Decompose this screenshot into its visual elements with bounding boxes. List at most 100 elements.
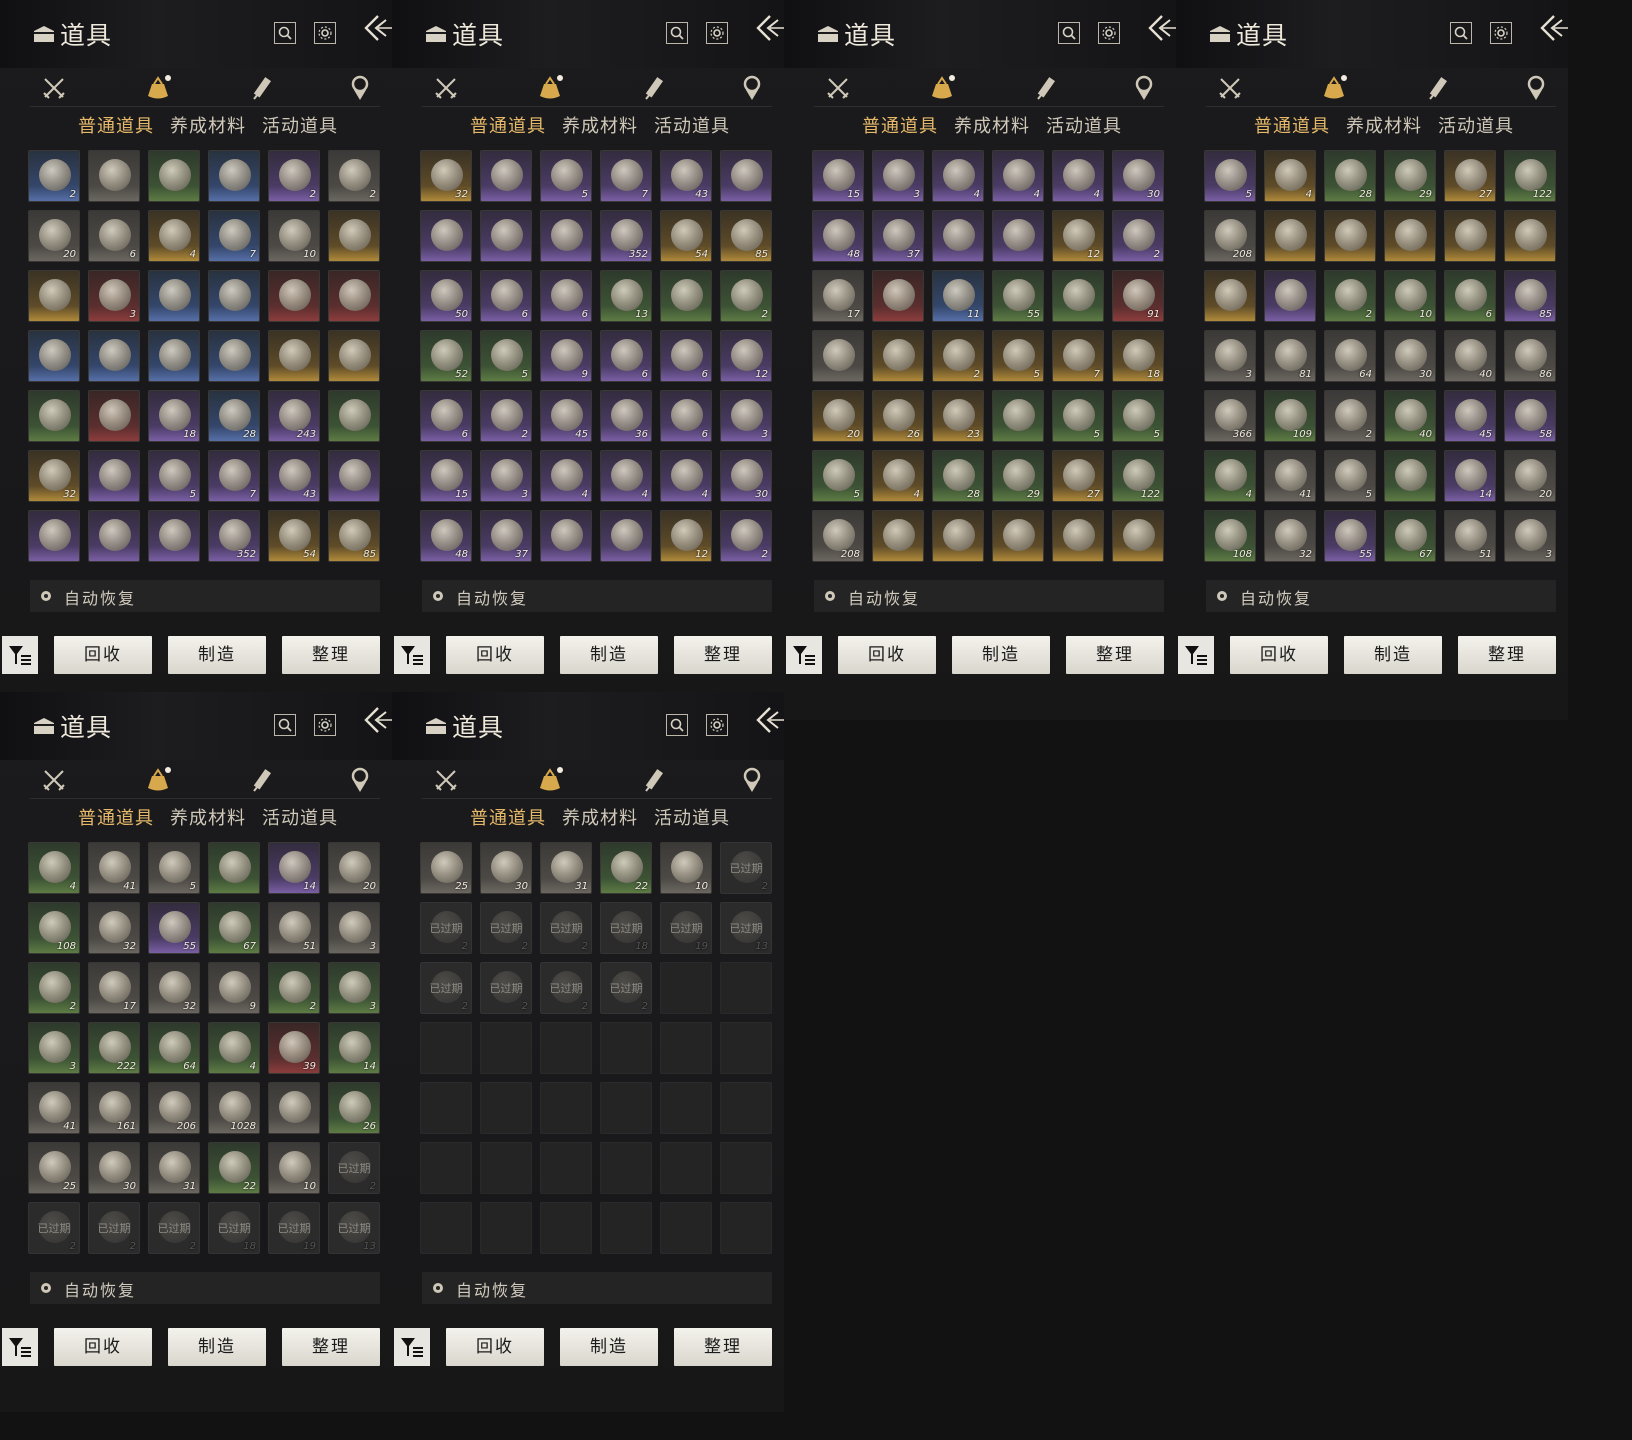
tab-items[interactable] [536, 766, 564, 794]
settings-button[interactable] [706, 714, 728, 736]
filter-button[interactable] [2, 1328, 38, 1366]
item-slot[interactable] [268, 1082, 320, 1134]
item-slot[interactable] [872, 330, 924, 382]
back-arrow-icon[interactable] [1538, 12, 1568, 44]
subtab-materials[interactable]: 养成材料 [170, 804, 246, 830]
craft-button[interactable]: 制造 [952, 636, 1050, 674]
item-slot[interactable] [1324, 210, 1376, 262]
item-slot[interactable] [208, 150, 260, 202]
item-slot[interactable]: 4 [932, 150, 984, 202]
item-slot[interactable]: 2 [328, 150, 380, 202]
item-slot[interactable]: 5 [1324, 450, 1376, 502]
settings-button[interactable] [314, 22, 336, 44]
settings-button[interactable] [314, 714, 336, 736]
item-slot[interactable]: 12 [720, 330, 772, 382]
tab-badges[interactable] [346, 74, 374, 102]
back-arrow-icon[interactable] [754, 12, 784, 44]
item-slot[interactable]: 5 [148, 842, 200, 894]
subtab-event-items[interactable]: 活动道具 [1438, 112, 1514, 138]
item-slot[interactable]: 54 [268, 510, 320, 562]
item-slot[interactable] [1384, 210, 1436, 262]
item-slot[interactable]: 25 [420, 842, 472, 894]
subtab-common-items[interactable]: 普通道具 [78, 112, 154, 138]
item-slot[interactable]: 1028 [208, 1082, 260, 1134]
item-slot[interactable]: 43 [660, 150, 712, 202]
item-slot[interactable]: 2 [28, 150, 80, 202]
tab-scrolls[interactable] [248, 766, 276, 794]
item-slot[interactable]: 20 [812, 390, 864, 442]
tab-badges[interactable] [738, 766, 766, 794]
tab-items[interactable] [144, 766, 172, 794]
item-slot[interactable]: 48 [812, 210, 864, 262]
search-button[interactable] [1058, 22, 1080, 44]
item-slot[interactable]: 27 [1444, 150, 1496, 202]
item-slot[interactable] [932, 210, 984, 262]
item-slot[interactable]: 366 [1204, 390, 1256, 442]
item-slot[interactable]: 4 [28, 842, 80, 894]
sort-button[interactable]: 整理 [282, 636, 380, 674]
item-slot[interactable]: 2 [932, 330, 984, 382]
item-slot[interactable]: 5 [540, 150, 592, 202]
item-slot[interactable]: 已过期 2 [420, 962, 472, 1014]
item-slot[interactable]: 64 [148, 1022, 200, 1074]
item-slot[interactable]: 64 [1324, 330, 1376, 382]
item-slot[interactable]: 3 [872, 150, 924, 202]
item-slot[interactable]: 52 [420, 330, 472, 382]
auto-restore-bar[interactable]: 自动恢复 [814, 580, 1164, 612]
item-slot[interactable] [328, 390, 380, 442]
tab-scrolls[interactable] [248, 74, 276, 102]
sort-button[interactable]: 整理 [674, 1328, 772, 1366]
item-slot[interactable]: 50 [420, 270, 472, 322]
item-slot[interactable]: 109 [1264, 390, 1316, 442]
item-slot[interactable] [88, 330, 140, 382]
recycle-button[interactable]: 回收 [838, 636, 936, 674]
item-slot[interactable]: 18 [148, 390, 200, 442]
item-slot[interactable]: 7 [208, 450, 260, 502]
item-slot[interactable]: 已过期 13 [720, 902, 772, 954]
item-slot[interactable]: 26 [328, 1082, 380, 1134]
item-slot[interactable]: 32 [1264, 510, 1316, 562]
item-slot[interactable]: 36 [600, 390, 652, 442]
search-button[interactable] [1450, 22, 1472, 44]
item-slot[interactable]: 28 [208, 390, 260, 442]
tab-badges[interactable] [346, 766, 374, 794]
item-slot[interactable] [480, 210, 532, 262]
item-slot[interactable]: 6 [88, 210, 140, 262]
item-slot[interactable]: 40 [1444, 330, 1496, 382]
item-slot[interactable]: 54 [660, 210, 712, 262]
tab-equipment[interactable] [824, 74, 852, 102]
recycle-button[interactable]: 回收 [446, 636, 544, 674]
item-slot[interactable] [1384, 450, 1436, 502]
item-slot[interactable]: 已过期 2 [480, 962, 532, 1014]
item-slot[interactable]: 51 [1444, 510, 1496, 562]
item-slot[interactable]: 45 [540, 390, 592, 442]
item-slot[interactable] [328, 450, 380, 502]
filter-button[interactable] [394, 636, 430, 674]
item-slot[interactable] [268, 270, 320, 322]
item-slot[interactable]: 2 [720, 270, 772, 322]
item-slot[interactable]: 30 [1384, 330, 1436, 382]
item-slot[interactable]: 3 [1504, 510, 1556, 562]
item-slot[interactable]: 4 [872, 450, 924, 502]
item-slot[interactable]: 31 [540, 842, 592, 894]
item-slot[interactable]: 已过期 19 [268, 1202, 320, 1254]
tab-items[interactable] [144, 74, 172, 102]
item-slot[interactable]: 43 [268, 450, 320, 502]
item-slot[interactable]: 29 [1384, 150, 1436, 202]
auto-restore-bar[interactable]: 自动恢复 [422, 1272, 772, 1304]
item-slot[interactable]: 67 [1384, 510, 1436, 562]
item-slot[interactable]: 41 [88, 842, 140, 894]
item-slot[interactable]: 55 [148, 902, 200, 954]
item-slot[interactable]: 10 [268, 210, 320, 262]
subtab-materials[interactable]: 养成材料 [170, 112, 246, 138]
item-slot[interactable]: 67 [208, 902, 260, 954]
item-slot[interactable]: 30 [480, 842, 532, 894]
sort-button[interactable]: 整理 [1066, 636, 1164, 674]
item-slot[interactable]: 85 [1504, 270, 1556, 322]
item-slot[interactable]: 3 [480, 450, 532, 502]
item-slot[interactable] [88, 150, 140, 202]
item-slot[interactable]: 已过期 2 [600, 962, 652, 1014]
item-slot[interactable]: 6 [660, 390, 712, 442]
item-slot[interactable]: 20 [1504, 450, 1556, 502]
item-slot[interactable] [1052, 510, 1104, 562]
